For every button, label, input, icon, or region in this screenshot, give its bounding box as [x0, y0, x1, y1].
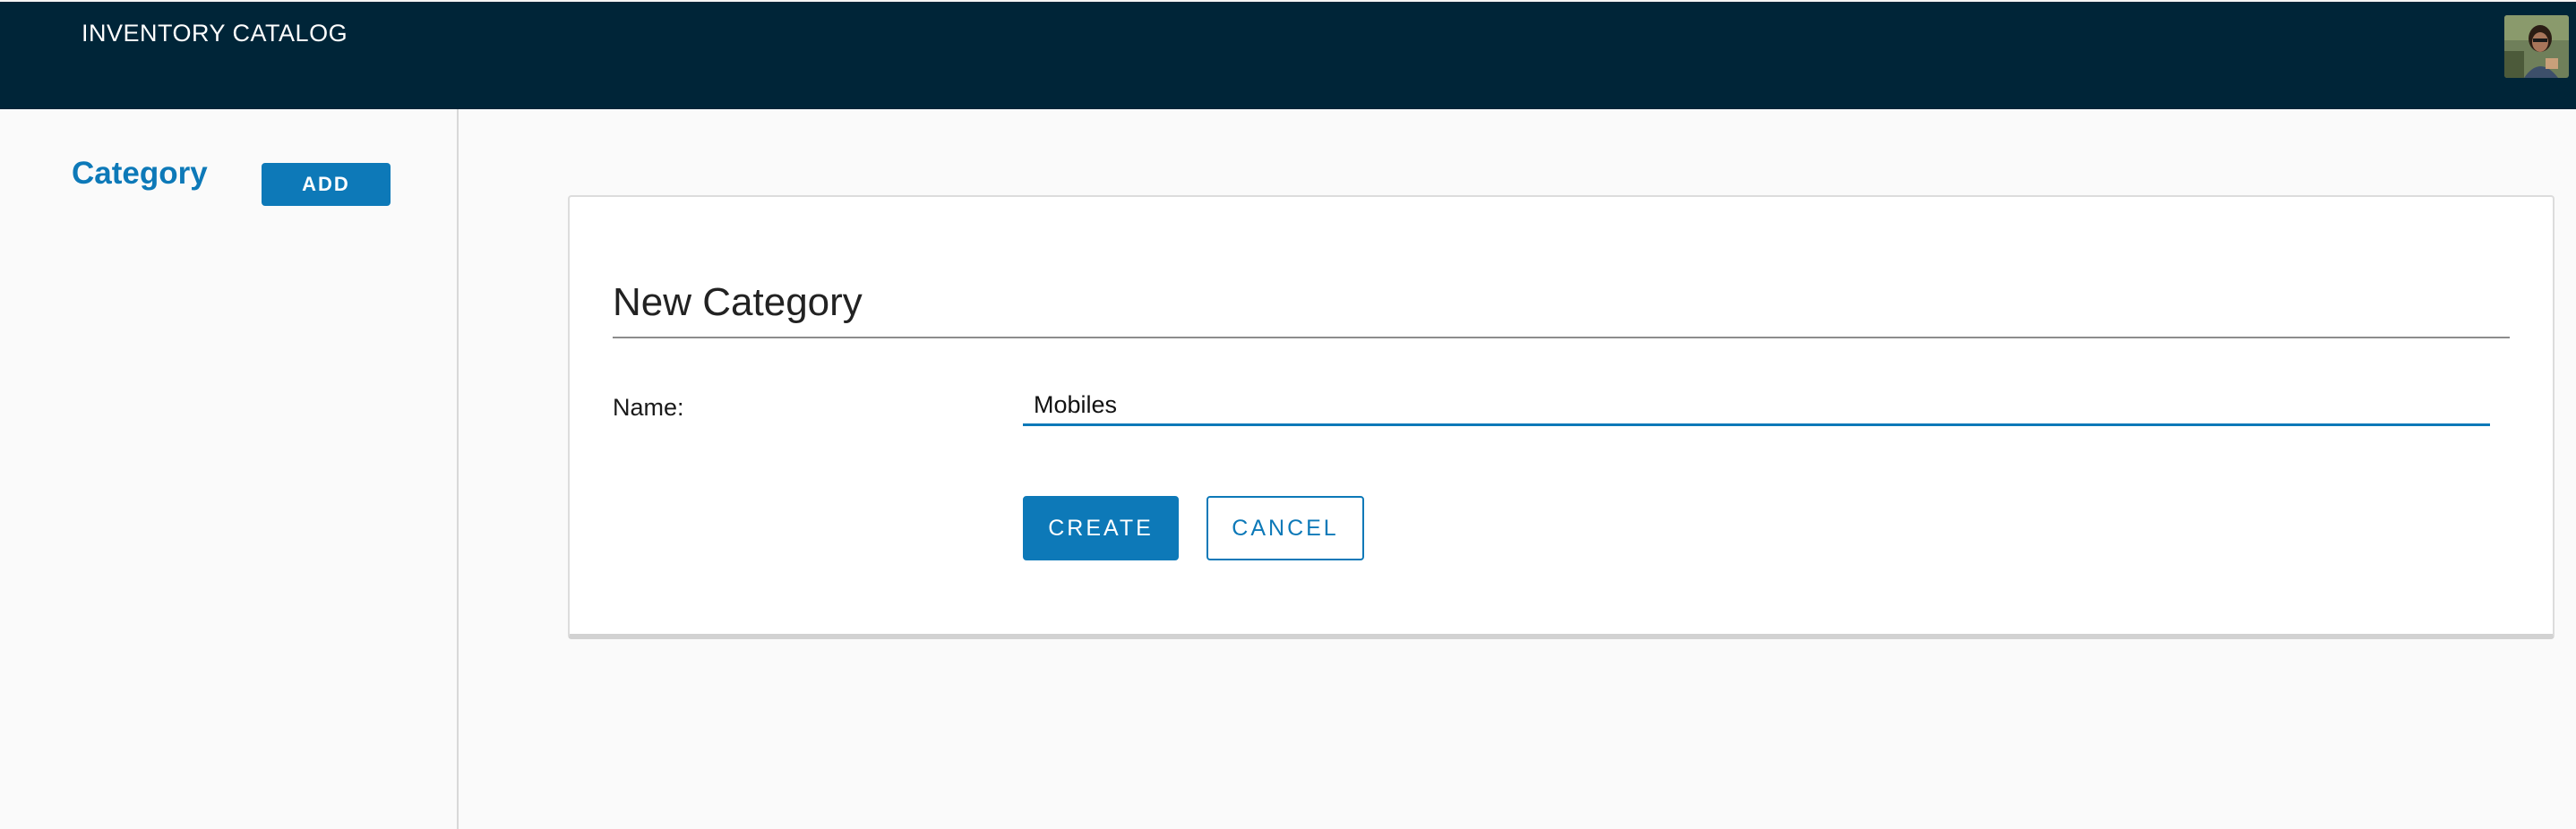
- cancel-button[interactable]: CANCEL: [1206, 496, 1364, 560]
- new-category-card: New Category Name: CREATE CANCEL: [568, 195, 2555, 639]
- title-divider: [613, 337, 2510, 338]
- avatar-icon: [2504, 15, 2569, 78]
- create-button[interactable]: CREATE: [1023, 496, 1179, 560]
- app-header: INVENTORY CATALOG: [0, 0, 2576, 109]
- sidebar-title: Category: [72, 156, 208, 191]
- name-label: Name:: [613, 394, 684, 421]
- user-avatar[interactable]: [2504, 15, 2569, 78]
- add-category-button[interactable]: ADD: [262, 163, 391, 206]
- form-title: New Category: [613, 280, 863, 324]
- name-input[interactable]: [1023, 387, 2490, 426]
- sidebar: Category ADD: [0, 109, 459, 829]
- app-title: INVENTORY CATALOG: [82, 20, 348, 47]
